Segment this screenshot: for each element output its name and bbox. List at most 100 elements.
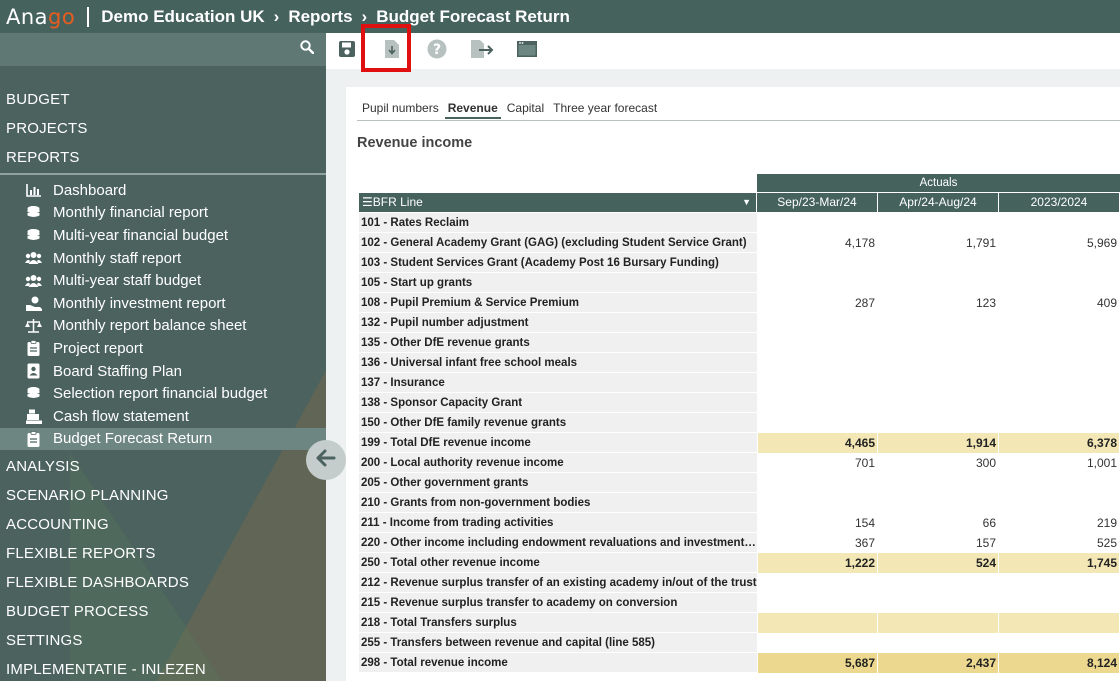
sidebar-item-monthly-financial-report[interactable]: Monthly financial report [0, 202, 326, 225]
sidebar: BUDGET PROJECTS REPORTS Dashboard Monthly f… [0, 33, 326, 681]
table-row: 218 - Total Transfers surplus [359, 613, 1120, 633]
id-card-icon [25, 363, 42, 379]
breadcrumb-separator: › [273, 6, 280, 26]
table-row: 255 - Transfers between revenue and capi… [359, 633, 1120, 653]
sidebar-item-monthly-investment-report[interactable]: Monthly investment report [0, 292, 326, 315]
sidebar-item-board-staffing-plan[interactable]: Board Staffing Plan [0, 360, 326, 383]
bfr-line-header[interactable]: ☰BFR Line ▼ [359, 193, 756, 212]
window-button[interactable] [516, 40, 538, 62]
anago-logo[interactable]: Anago [6, 5, 75, 29]
sidebar-item-multi-year-staff-budget[interactable]: Multi-year staff budget [0, 269, 326, 292]
table-cell [998, 393, 1119, 413]
sidebar-item-budget-process[interactable]: BUDGET PROCESS [0, 597, 326, 626]
help-button[interactable]: ? [426, 39, 448, 64]
table-cell [757, 593, 877, 613]
sidebar-item-reports[interactable]: REPORTS [0, 143, 326, 172]
row-label: 250 - Total other revenue income [359, 553, 757, 573]
table-cell: 287 [757, 293, 877, 313]
save-button[interactable] [336, 40, 358, 62]
row-label: 199 - Total DfE revenue income [359, 433, 757, 453]
clipboard-icon [25, 340, 42, 357]
sidebar-item-accounting[interactable]: ACCOUNTING [0, 510, 326, 539]
table-row: 103 - Student Services Grant (Academy Po… [359, 253, 1120, 273]
sidebar-item-budget-forecast-return[interactable]: Budget Forecast Return [0, 427, 326, 451]
table-row: 212 - Revenue surplus transfer of an exi… [359, 573, 1120, 593]
row-label: 136 - Universal infant free school meals [359, 353, 757, 373]
export-button[interactable] [470, 39, 494, 64]
table-row: 137 - Insurance [359, 373, 1120, 393]
sidebar-item-label: Budget Forecast Return [53, 430, 213, 448]
tab-revenue[interactable]: Revenue [444, 101, 501, 119]
sidebar-item-flexible-reports[interactable]: FLEXIBLE REPORTS [0, 539, 326, 568]
table-cell [877, 473, 998, 493]
sidebar-item-label: Multi-year staff budget [53, 272, 202, 290]
table-cell [998, 593, 1119, 613]
sidebar-item-monthly-staff-report[interactable]: Monthly staff report [0, 247, 326, 270]
arrow-left-icon [316, 449, 336, 472]
row-label: 211 - Income from trading activities [359, 513, 757, 533]
breadcrumb-organisation[interactable]: Demo Education UK [101, 7, 264, 27]
sidebar-item-monthly-report-balance-sheet[interactable]: Monthly report balance sheet [0, 315, 326, 338]
table-cell: 5,969 [998, 233, 1119, 253]
sidebar-search-bar[interactable] [0, 33, 326, 66]
column-header-apr-24-aug-24[interactable]: Apr/24-Aug/24 [878, 193, 998, 212]
save-icon [338, 40, 356, 63]
export-icon [470, 39, 494, 64]
sidebar-item-scenario-planning[interactable]: SCENARIO PLANNING [0, 481, 326, 510]
sidebar-item-multi-year-financial-budget[interactable]: Multi-year financial budget [0, 224, 326, 247]
row-label: 215 - Revenue surplus transfer to academ… [359, 593, 757, 613]
sidebar-item-flexible-dashboards[interactable]: FLEXIBLE DASHBOARDS [0, 568, 326, 597]
search-icon[interactable] [300, 40, 315, 59]
table-body: 101 - Rates Reclaim 102 - General Academy… [359, 213, 1120, 673]
row-label: 150 - Other DfE family revenue grants [359, 413, 757, 433]
svg-text:?: ? [433, 42, 441, 58]
table-cell: 154 [757, 513, 877, 533]
logo-divider [87, 6, 90, 27]
table-row: 210 - Grants from non-government bodies [359, 493, 1120, 513]
sidebar-item-selection-report-financial-budget[interactable]: Selection report financial budget [0, 382, 326, 405]
table-cell [877, 493, 998, 513]
column-header-sep-23-mar-24[interactable]: Sep/23-Mar/24 [757, 193, 877, 212]
sidebar-item-label: Project report [53, 339, 144, 357]
table-cell: 1,001 [998, 453, 1119, 473]
tab-three-year-forecast[interactable]: Three year forecast [550, 101, 660, 119]
table-cell [757, 473, 877, 493]
table-cell [998, 413, 1119, 433]
column-header-2023-2024[interactable]: 2023/2024 [999, 193, 1119, 212]
table-cell: 123 [877, 293, 998, 313]
tab-capital[interactable]: Capital [504, 101, 547, 119]
column-group-header: Actuals [757, 174, 1120, 192]
help-icon: ? [427, 39, 447, 64]
sidebar-item-label: Board Staffing Plan [53, 362, 182, 380]
table-row: 220 - Other income including endowment r… [359, 533, 1120, 553]
sidebar-item-settings[interactable]: SETTINGS [0, 626, 326, 655]
sidebar-item-project-report[interactable]: Project report [0, 337, 326, 360]
tab-pupil-numbers[interactable]: Pupil numbers [359, 101, 442, 119]
table-cell [998, 373, 1119, 393]
collapse-sidebar-button[interactable] [306, 440, 346, 480]
table-cell [877, 253, 998, 273]
report-tabs: Pupil numbers Revenue Capital Three year fo… [359, 101, 663, 119]
table-cell [877, 313, 998, 333]
table-row: 132 - Pupil number adjustment [359, 313, 1120, 333]
row-label: 212 - Revenue surplus transfer of an exi… [359, 573, 757, 593]
sidebar-item-budget[interactable]: BUDGET [0, 85, 326, 114]
sidebar-item-projects[interactable]: PROJECTS [0, 114, 326, 143]
sidebar-item-analysis[interactable]: ANALYSIS [0, 452, 326, 481]
table-header-row: ☰BFR Line ▼ Sep/23-Mar/24 Apr/24-Aug/24 20… [359, 193, 1120, 212]
breadcrumb-reports[interactable]: Reports [288, 7, 352, 27]
main-content: Pupil numbers Revenue Capital Three year fo… [346, 87, 1120, 681]
table-cell [998, 573, 1119, 593]
sidebar-item-cash-flow-statement[interactable]: Cash flow statement [0, 405, 326, 428]
sidebar-item-dashboard[interactable]: Dashboard [0, 179, 326, 202]
sidebar-item-implementatie-inlezen[interactable]: IMPLEMENTATIE - INLEZEN [0, 655, 326, 681]
table-cell [998, 333, 1119, 353]
row-label: 205 - Other government grants [359, 473, 757, 493]
table-cell [877, 613, 998, 633]
menu-icon[interactable]: ☰ [362, 195, 373, 209]
table-cell: 6,378 [998, 433, 1119, 453]
bfr-line-header-label: BFR Line [372, 195, 423, 209]
clipboard-icon [25, 430, 42, 447]
dropdown-caret-icon[interactable]: ▼ [742, 193, 751, 212]
row-label: 200 - Local authority revenue income [359, 453, 757, 473]
